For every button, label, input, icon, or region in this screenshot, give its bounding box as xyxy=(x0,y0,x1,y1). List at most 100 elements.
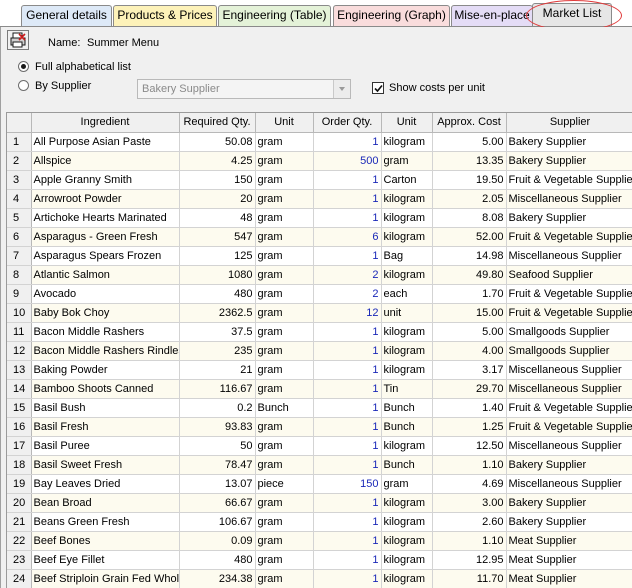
print-button[interactable] xyxy=(7,30,29,50)
approx-cost-cell[interactable]: 1.40 xyxy=(432,398,507,418)
row-number[interactable]: 20 xyxy=(7,493,32,513)
approx-cost-cell[interactable]: 5.00 xyxy=(432,322,507,342)
table-row[interactable]: 19 Bay Leaves Dried 13.07 piece 150 gram 4.69 M… xyxy=(7,474,632,494)
tab-market-list[interactable]: Market List xyxy=(532,3,612,27)
unit-cell[interactable]: gram xyxy=(255,550,314,570)
unit-cell[interactable]: gram xyxy=(255,569,314,588)
row-number[interactable]: 7 xyxy=(7,246,32,266)
supplier-cell[interactable]: Miscellaneous Supplier xyxy=(506,246,632,266)
row-number[interactable]: 6 xyxy=(7,227,32,247)
order-unit-cell[interactable]: Bunch xyxy=(381,417,433,437)
unit-cell[interactable]: gram xyxy=(255,322,314,342)
radio-full-alphabetical[interactable] xyxy=(18,61,29,72)
order-unit-cell[interactable]: Bag xyxy=(381,246,433,266)
order-unit-cell[interactable]: Bunch xyxy=(381,455,433,475)
table-row[interactable]: 13 Baking Powder 21 gram 1 kilogram 3.17 Miscel… xyxy=(7,360,632,380)
table-row[interactable]: 2 Allspice 4.25 gram 500 gram 13.35 Bakery Supp… xyxy=(7,151,632,171)
supplier-cell[interactable]: Fruit & Vegetable Supplier xyxy=(506,398,632,418)
order-qty-cell[interactable]: 500 xyxy=(313,151,382,171)
order-unit-cell[interactable]: Carton xyxy=(381,170,433,190)
required-qty-cell[interactable]: 37.5 xyxy=(179,322,256,342)
approx-cost-cell[interactable]: 5.00 xyxy=(432,132,507,152)
row-number[interactable]: 1 xyxy=(7,132,32,152)
ingredient-cell[interactable]: Asparagus - Green Fresh xyxy=(31,227,180,247)
row-number[interactable]: 16 xyxy=(7,417,32,437)
ingredient-cell[interactable]: Beef Bones xyxy=(31,531,180,551)
row-number[interactable]: 24 xyxy=(7,569,32,588)
order-qty-cell[interactable]: 1 xyxy=(313,493,382,513)
unit-cell[interactable]: gram xyxy=(255,246,314,266)
table-row[interactable]: 22 Beef Bones 0.09 gram 1 kilogram 1.10 Meat Su… xyxy=(7,531,632,551)
order-qty-cell[interactable]: 1 xyxy=(313,436,382,456)
unit-cell[interactable]: gram xyxy=(255,360,314,380)
required-qty-cell[interactable]: 48 xyxy=(179,208,256,228)
order-unit-cell[interactable]: kilogram xyxy=(381,265,433,285)
unit-cell[interactable]: gram xyxy=(255,455,314,475)
ingredient-cell[interactable]: Bay Leaves Dried xyxy=(31,474,180,494)
order-qty-cell[interactable]: 1 xyxy=(313,398,382,418)
ingredient-cell[interactable]: Bamboo Shoots Canned xyxy=(31,379,180,399)
ingredient-cell[interactable]: Basil Fresh xyxy=(31,417,180,437)
order-unit-cell[interactable]: kilogram xyxy=(381,512,433,532)
row-number[interactable]: 23 xyxy=(7,550,32,570)
table-row[interactable]: 8 Atlantic Salmon 1080 gram 2 kilogram 49.80 Se… xyxy=(7,265,632,285)
unit-cell[interactable]: gram xyxy=(255,265,314,285)
order-unit-cell[interactable]: kilogram xyxy=(381,569,433,588)
row-number[interactable]: 2 xyxy=(7,151,32,171)
tab-engineering-table[interactable]: Engineering (Table) xyxy=(218,5,331,26)
required-qty-cell[interactable]: 21 xyxy=(179,360,256,380)
unit-cell[interactable]: gram xyxy=(255,379,314,399)
order-unit-cell[interactable]: kilogram xyxy=(381,189,433,209)
required-qty-cell[interactable]: 235 xyxy=(179,341,256,361)
unit-cell[interactable]: Bunch xyxy=(255,398,314,418)
table-row[interactable]: 12 Bacon Middle Rashers Rindless 235 gram 1 k… xyxy=(7,341,632,361)
required-qty-cell[interactable]: 0.09 xyxy=(179,531,256,551)
table-row[interactable]: 4 Arrowroot Powder 20 gram 1 kilogram 2.05 Misc… xyxy=(7,189,632,209)
unit-cell[interactable]: gram xyxy=(255,132,314,152)
order-unit-cell[interactable]: Tin xyxy=(381,379,433,399)
supplier-cell[interactable]: Miscellaneous Supplier xyxy=(506,379,632,399)
required-qty-cell[interactable]: 234.38 xyxy=(179,569,256,588)
unit-cell[interactable]: gram xyxy=(255,170,314,190)
row-number[interactable]: 8 xyxy=(7,265,32,285)
order-qty-cell[interactable]: 1 xyxy=(313,170,382,190)
required-qty-cell[interactable]: 50.08 xyxy=(179,132,256,152)
approx-cost-cell[interactable]: 12.50 xyxy=(432,436,507,456)
chevron-down-icon[interactable] xyxy=(333,80,350,98)
required-qty-cell[interactable]: 20 xyxy=(179,189,256,209)
tab-products-prices[interactable]: Products & Prices xyxy=(113,5,217,26)
order-unit-cell[interactable]: each xyxy=(381,284,433,304)
ingredient-cell[interactable]: Avocado xyxy=(31,284,180,304)
supplier-cell[interactable]: Meat Supplier xyxy=(506,531,632,551)
unit-cell[interactable]: gram xyxy=(255,493,314,513)
table-row[interactable]: 1 All Purpose Asian Paste 50.08 gram 1 kilogr… xyxy=(7,132,632,152)
required-qty-cell[interactable]: 13.07 xyxy=(179,474,256,494)
row-number[interactable]: 13 xyxy=(7,360,32,380)
supplier-cell[interactable]: Bakery Supplier xyxy=(506,455,632,475)
supplier-cell[interactable]: Meat Supplier xyxy=(506,569,632,588)
order-unit-cell[interactable]: kilogram xyxy=(381,208,433,228)
order-qty-cell[interactable]: 1 xyxy=(313,246,382,266)
required-qty-cell[interactable]: 150 xyxy=(179,170,256,190)
supplier-cell[interactable]: Miscellaneous Supplier xyxy=(506,436,632,456)
row-number[interactable]: 11 xyxy=(7,322,32,342)
row-number[interactable]: 4 xyxy=(7,189,32,209)
order-qty-cell[interactable]: 1 xyxy=(313,417,382,437)
approx-cost-cell[interactable]: 1.70 xyxy=(432,284,507,304)
approx-cost-cell[interactable]: 2.60 xyxy=(432,512,507,532)
ingredient-cell[interactable]: Apple Granny Smith xyxy=(31,170,180,190)
supplier-cell[interactable]: Fruit & Vegetable Supplier xyxy=(506,227,632,247)
order-qty-cell[interactable]: 1 xyxy=(313,360,382,380)
order-qty-cell[interactable]: 1 xyxy=(313,531,382,551)
table-row[interactable]: 21 Beans Green Fresh 106.67 gram 1 kilogram 2.… xyxy=(7,512,632,532)
order-unit-cell[interactable]: kilogram xyxy=(381,227,433,247)
ingredient-cell[interactable]: Beef Eye Fillet xyxy=(31,550,180,570)
supplier-cell[interactable]: Miscellaneous Supplier xyxy=(506,189,632,209)
approx-cost-cell[interactable]: 4.00 xyxy=(432,341,507,361)
order-qty-cell[interactable]: 150 xyxy=(313,474,382,494)
required-qty-cell[interactable]: 0.2 xyxy=(179,398,256,418)
row-number[interactable]: 22 xyxy=(7,531,32,551)
ingredient-cell[interactable]: Allspice xyxy=(31,151,180,171)
supplier-select[interactable]: Bakery Supplier xyxy=(137,79,351,99)
show-costs-label[interactable]: Show costs per unit xyxy=(389,82,485,94)
